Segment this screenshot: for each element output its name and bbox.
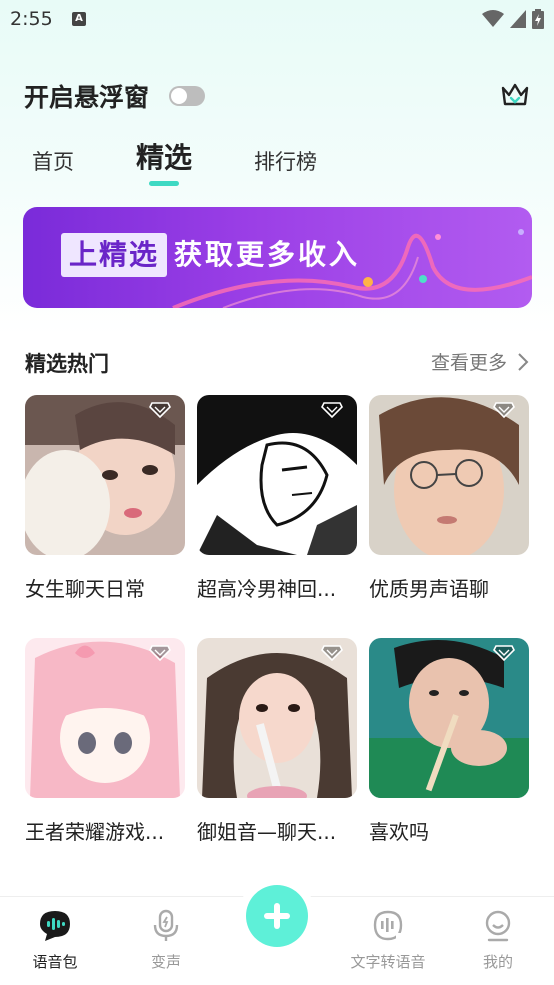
thumbnail xyxy=(369,395,529,555)
card-title: 王者荣耀游戏... xyxy=(25,820,165,844)
battery-icon xyxy=(532,9,544,29)
nav-text-to-speech[interactable]: 文字转语音 xyxy=(343,909,433,972)
card-title: 御姐音—聊天... xyxy=(197,820,337,844)
tab-featured[interactable]: 精选 xyxy=(136,136,193,186)
tab-ranking[interactable]: 排行榜 xyxy=(254,146,317,176)
avatar-image xyxy=(25,638,185,798)
thumbnail xyxy=(25,638,185,798)
status-time: 2:55 xyxy=(10,8,53,30)
signal-icon xyxy=(510,10,526,28)
list-item[interactable]: 王者荣耀游戏... xyxy=(25,638,185,845)
nav-label: 文字转语音 xyxy=(350,953,426,971)
list-item[interactable]: 喜欢吗 xyxy=(369,638,529,845)
sound-wave-icon xyxy=(373,910,404,941)
vip-diamond-icon xyxy=(149,402,171,419)
plus-icon-vertical xyxy=(274,903,280,929)
nav-voice-pack[interactable]: 语音包 xyxy=(10,909,100,972)
vip-diamond-icon xyxy=(493,645,515,662)
card-title: 女生聊天日常 xyxy=(25,577,145,601)
nav-mine[interactable]: 我的 xyxy=(453,909,543,972)
notification-icon: A xyxy=(72,12,86,26)
float-window-label: 开启悬浮窗 xyxy=(24,83,150,112)
avatar-image xyxy=(197,638,357,798)
list-item[interactable]: 御姐音—聊天... xyxy=(197,638,357,845)
see-more-label: 查看更多 xyxy=(430,352,507,374)
vip-diamond-icon xyxy=(493,402,515,419)
thumbnail xyxy=(197,395,357,555)
section-title: 精选热门 xyxy=(25,352,109,376)
list-item[interactable]: 超高冷男神回... xyxy=(197,395,357,602)
card-title: 喜欢吗 xyxy=(369,820,429,844)
avatar-image xyxy=(369,395,529,555)
avatar-image xyxy=(197,395,357,555)
vip-diamond-icon xyxy=(321,645,343,662)
tab-home[interactable]: 首页 xyxy=(32,146,74,176)
float-window-row: 开启悬浮窗 xyxy=(24,78,206,114)
tab-ranking-label: 排行榜 xyxy=(254,150,318,174)
avatar-image xyxy=(25,395,185,555)
voice-bubble-icon xyxy=(40,911,70,941)
nav-label: 变声 xyxy=(150,953,181,971)
toggle-knob xyxy=(171,88,188,104)
avatar-image xyxy=(369,638,529,798)
see-more-link[interactable]: 查看更多 xyxy=(431,348,529,375)
nav-label: 我的 xyxy=(482,953,513,971)
promo-banner[interactable]: 上精选 获取更多收入 xyxy=(23,207,532,308)
crown-icon[interactable] xyxy=(500,80,530,110)
card-title: 超高冷男神回... xyxy=(197,577,337,601)
banner-tag: 上精选 xyxy=(61,233,168,277)
wifi-icon xyxy=(482,10,504,27)
vip-diamond-icon xyxy=(149,645,171,662)
tab-active-indicator xyxy=(149,181,179,186)
card-title: 优质男声语聊 xyxy=(369,577,489,601)
section-header: 精选热门 查看更多 xyxy=(25,346,529,380)
nav-label: 语音包 xyxy=(32,953,78,971)
profile-icon xyxy=(485,910,511,942)
chevron-right-icon xyxy=(518,352,529,371)
microphone-icon xyxy=(153,909,179,941)
vip-diamond-icon xyxy=(321,402,343,419)
top-tabs: 首页 精选 排行榜 xyxy=(32,136,317,186)
tab-home-label: 首页 xyxy=(32,150,74,174)
status-bar: 2:55 A xyxy=(0,0,554,40)
list-item[interactable]: 优质男声语聊 xyxy=(369,395,529,602)
float-window-toggle[interactable] xyxy=(169,86,206,106)
nav-voice-changer[interactable]: 变声 xyxy=(121,909,211,972)
banner-text: 获取更多收入 xyxy=(174,238,361,271)
status-icons xyxy=(482,9,544,29)
add-button[interactable] xyxy=(246,885,308,947)
thumbnail xyxy=(369,638,529,798)
list-item[interactable]: 女生聊天日常 xyxy=(25,395,185,602)
thumbnail xyxy=(25,395,185,555)
thumbnail xyxy=(197,638,357,798)
tab-featured-label: 精选 xyxy=(136,141,193,174)
